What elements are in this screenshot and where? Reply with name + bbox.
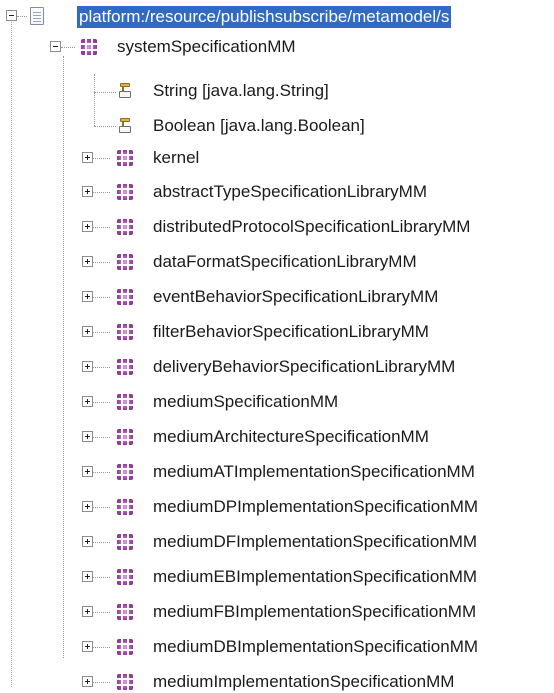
subpackage-label[interactable]: distributedProtocolSpecificationLibraryM… [153, 216, 470, 238]
event-behavior-expander[interactable] [82, 291, 93, 302]
subpackage-connector [93, 297, 110, 298]
subpackage-connector [93, 367, 110, 368]
datatype-icon [117, 83, 133, 99]
kernel-expander[interactable] [82, 152, 93, 163]
medium-implementation-expander[interactable] [82, 676, 93, 687]
root-tree-line [11, 18, 12, 687]
package-icon [117, 359, 133, 375]
subpackage-label[interactable]: mediumATImplementationSpecificationMM [153, 461, 475, 483]
medium-db-implementation-expander[interactable] [82, 641, 93, 652]
root-tree-connector [17, 16, 27, 17]
datatype-icon [117, 118, 133, 134]
subpackage-label[interactable]: mediumDBImplementationSpecificationMM [153, 636, 478, 658]
subpackage-label[interactable]: mediumSpecificationMM [153, 391, 338, 413]
subpackage-connector [93, 192, 110, 193]
delivery-behavior-expander[interactable] [82, 361, 93, 372]
subpackage-label[interactable]: abstractTypeSpecificationLibraryMM [153, 181, 427, 203]
package-icon [117, 150, 133, 166]
package-icon [117, 254, 133, 270]
datatype-tree-line [94, 74, 95, 126]
data-format-expander[interactable] [82, 256, 93, 267]
subpackage-connector [93, 612, 110, 613]
datatype-connector [94, 126, 116, 127]
package-connector [61, 47, 75, 48]
subpackage-label[interactable]: mediumFBImplementationSpecificationMM [153, 601, 476, 623]
package-icon [117, 464, 133, 480]
medium-fb-implementation-expander[interactable] [82, 606, 93, 617]
subpackage-connector [93, 542, 110, 543]
subpackage-label[interactable]: filterBehaviorSpecificationLibraryMM [153, 321, 429, 343]
subpackage-connector [93, 577, 110, 578]
subpackage-label[interactable]: mediumDPImplementationSpecificationMM [153, 496, 478, 518]
subpackage-label[interactable]: dataFormatSpecificationLibraryMM [153, 251, 417, 273]
subpackage-label[interactable]: mediumImplementationSpecificationMM [153, 671, 454, 693]
datatype-string-label[interactable]: String [java.lang.String] [153, 80, 329, 102]
subpackage-connector [93, 402, 110, 403]
package-icon [117, 569, 133, 585]
system-specification-label[interactable]: systemSpecificationMM [117, 36, 296, 58]
medium-eb-implementation-expander[interactable] [82, 571, 93, 582]
medium-df-implementation-expander[interactable] [82, 536, 93, 547]
package-icon [117, 639, 133, 655]
subpackage-connector [93, 437, 110, 438]
model-tree: platform:/resource/publishsubscribe/meta… [0, 0, 554, 691]
distributed-protocol-expander[interactable] [82, 221, 93, 232]
datatype-connector [94, 92, 116, 93]
file-icon [30, 7, 44, 25]
subpackage-label[interactable]: eventBehaviorSpecificationLibraryMM [153, 286, 438, 308]
subpackage-connector [93, 227, 110, 228]
package-icon [117, 289, 133, 305]
subpackage-connector [93, 647, 110, 648]
subpackage-connector [93, 262, 110, 263]
subpackage-connector [93, 507, 110, 508]
package-icon [117, 394, 133, 410]
system-specification-expander[interactable] [50, 41, 61, 52]
medium-dp-implementation-expander[interactable] [82, 501, 93, 512]
root-expander[interactable] [6, 10, 17, 21]
package-icon [117, 219, 133, 235]
package-icon [117, 429, 133, 445]
package-icon [117, 324, 133, 340]
package-icon [117, 534, 133, 550]
package-icon [117, 499, 133, 515]
subpackage-connector [93, 682, 110, 683]
subpackage-label[interactable]: mediumArchitectureSpecificationMM [153, 426, 429, 448]
subpackage-label[interactable]: deliveryBehaviorSpecificationLibraryMM [153, 356, 455, 378]
subpackage-label[interactable]: mediumEBImplementationSpecificationMM [153, 566, 477, 588]
subpackage-label[interactable]: mediumDFImplementationSpecificationMM [153, 531, 477, 553]
subpackage-label[interactable]: kernel [153, 147, 199, 169]
package-tree-line [63, 56, 64, 658]
filter-behavior-expander[interactable] [82, 326, 93, 337]
subpackage-connector [93, 158, 110, 159]
root-resource-label[interactable]: platform:/resource/publishsubscribe/meta… [77, 6, 452, 28]
abstract-type-expander[interactable] [82, 186, 93, 197]
package-icon [117, 604, 133, 620]
medium-specification-expander[interactable] [82, 396, 93, 407]
subpackage-connector [93, 472, 110, 473]
medium-architecture-expander[interactable] [82, 431, 93, 442]
package-icon [81, 39, 97, 55]
subpackage-connector [93, 332, 110, 333]
package-icon [117, 184, 133, 200]
datatype-boolean-label[interactable]: Boolean [java.lang.Boolean] [153, 115, 365, 137]
package-icon [117, 674, 133, 690]
medium-at-implementation-expander[interactable] [82, 466, 93, 477]
